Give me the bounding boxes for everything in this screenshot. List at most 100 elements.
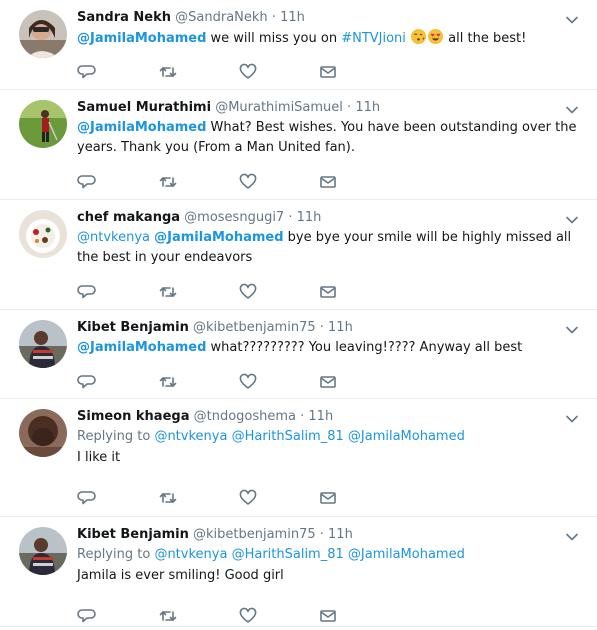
- reply-mention-link[interactable]: @HarithSalim_81: [232, 429, 344, 444]
- user-handle[interactable]: @MurathimiSamuel: [215, 100, 343, 115]
- user-handle[interactable]: @tndogoshema: [194, 409, 296, 424]
- user-handle[interactable]: @mosesngugi7: [184, 210, 284, 225]
- like-button[interactable]: [238, 62, 258, 82]
- hashtag-link[interactable]: #NTVJioni: [341, 31, 406, 46]
- timestamp[interactable]: 11h: [280, 10, 305, 25]
- heart-icon: [238, 607, 258, 630]
- tweet[interactable]: Sandra Nekh @SandraNekh · 11h @JamilaMoha…: [0, 0, 597, 90]
- avatar[interactable]: [19, 320, 67, 368]
- like-button[interactable]: [238, 282, 258, 302]
- user-name[interactable]: Kibet Benjamin: [77, 320, 189, 335]
- reply-mention-link[interactable]: @JamilaMohamed: [348, 429, 465, 444]
- direct-message-button[interactable]: [318, 488, 338, 508]
- timestamp[interactable]: 11h: [308, 409, 333, 424]
- tweet-text: @ntvkenya @JamilaMohamed bye bye your sm…: [77, 228, 579, 268]
- reply-mention-link[interactable]: @HarithSalim_81: [232, 547, 344, 562]
- chevron-down-icon[interactable]: [565, 529, 579, 543]
- retweet-icon: [158, 377, 178, 396]
- tweet[interactable]: Kibet Benjamin @kibetbenjamin75 · 11h @Ja…: [0, 310, 597, 399]
- direct-message-button[interactable]: [318, 372, 338, 392]
- tweet[interactable]: chef makanga @mosesngugi7 · 11h @ntvkenya…: [0, 200, 597, 310]
- reply-mention-link[interactable]: @ntvkenya: [154, 429, 227, 444]
- chevron-down-icon[interactable]: [565, 411, 579, 425]
- tweet-text: @JamilaMohamed What? Best wishes. You ha…: [77, 118, 579, 158]
- chevron-down-icon[interactable]: [565, 212, 579, 226]
- avatar[interactable]: [19, 100, 67, 148]
- separator: ·: [342, 100, 356, 115]
- user-name[interactable]: Sandra Nekh: [77, 10, 171, 25]
- reply-icon: [77, 609, 97, 630]
- tweet-content: Kibet Benjamin @kibetbenjamin75 · 11h Rep…: [77, 526, 579, 586]
- retweet-icon: [158, 177, 178, 196]
- heart-icon: [238, 283, 258, 306]
- envelope-icon: [318, 610, 338, 630]
- timestamp[interactable]: 11h: [328, 527, 353, 542]
- user-handle[interactable]: @kibetbenjamin75: [193, 320, 316, 335]
- like-button[interactable]: [238, 172, 258, 192]
- retweet-button[interactable]: [158, 372, 178, 392]
- direct-message-button[interactable]: [318, 172, 338, 192]
- like-button[interactable]: [238, 372, 258, 392]
- direct-message-button[interactable]: [318, 282, 338, 302]
- avatar[interactable]: [19, 527, 67, 575]
- direct-message-button[interactable]: [318, 62, 338, 82]
- user-name[interactable]: Simeon khaega: [77, 409, 189, 424]
- like-button[interactable]: [238, 488, 258, 508]
- retweet-icon: [158, 287, 178, 306]
- timestamp[interactable]: 11h: [355, 100, 380, 115]
- tweet[interactable]: Kibet Benjamin @kibetbenjamin75 · 11h Rep…: [0, 517, 597, 627]
- tweet-text: I like it: [77, 448, 579, 468]
- separator: ·: [267, 10, 281, 25]
- tweet-text-segment: what????????? You leaving!???? Anyway al…: [206, 340, 523, 355]
- chevron-down-icon[interactable]: [565, 12, 579, 26]
- tweet[interactable]: Simeon khaega @tndogoshema · 11h Replying…: [0, 399, 597, 517]
- like-button[interactable]: [238, 606, 258, 626]
- separator: ·: [284, 210, 297, 225]
- tweet-content: chef makanga @mosesngugi7 · 11h @ntvkenya…: [77, 209, 579, 268]
- reply-mention-link[interactable]: @ntvkenya: [154, 547, 227, 562]
- replying-to: Replying to @ntvkenya @HarithSalim_81 @J…: [77, 545, 579, 565]
- tweet-text-segment: we will miss you on: [206, 31, 342, 46]
- user-handle[interactable]: @kibetbenjamin75: [193, 527, 316, 542]
- direct-message-button[interactable]: [318, 606, 338, 626]
- heart-icon: [238, 489, 258, 512]
- reply-button[interactable]: [77, 282, 97, 302]
- user-handle[interactable]: @SandraNekh: [175, 10, 268, 25]
- user-name[interactable]: Samuel Murathimi: [77, 100, 211, 115]
- reply-button[interactable]: [77, 488, 97, 508]
- retweet-button[interactable]: [158, 606, 178, 626]
- mention-link[interactable]: @JamilaMohamed: [77, 120, 206, 135]
- retweet-button[interactable]: [158, 282, 178, 302]
- reply-mention-link[interactable]: @JamilaMohamed: [348, 547, 465, 562]
- mention-link[interactable]: @JamilaMohamed: [77, 31, 206, 46]
- mention-link[interactable]: @JamilaMohamed: [154, 230, 283, 245]
- reply-button[interactable]: [77, 62, 97, 82]
- reply-icon: [77, 285, 97, 306]
- timestamp[interactable]: 11h: [297, 210, 322, 225]
- avatar[interactable]: [19, 10, 67, 58]
- user-name[interactable]: Kibet Benjamin: [77, 527, 189, 542]
- envelope-icon: [318, 66, 338, 86]
- tweet-header: Kibet Benjamin @kibetbenjamin75 · 11h: [77, 319, 579, 337]
- retweet-button[interactable]: [158, 62, 178, 82]
- tweet-actions: [77, 282, 377, 302]
- retweet-button[interactable]: [158, 172, 178, 192]
- avatar[interactable]: [19, 409, 67, 457]
- tweet-header: Kibet Benjamin @kibetbenjamin75 · 11h: [77, 526, 579, 544]
- user-name[interactable]: chef makanga: [77, 210, 180, 225]
- reply-button[interactable]: [77, 172, 97, 192]
- mention-link[interactable]: @JamilaMohamed: [77, 340, 206, 355]
- separator: ·: [315, 320, 329, 335]
- chevron-down-icon[interactable]: [565, 322, 579, 336]
- tweet-actions: [77, 172, 377, 192]
- reply-button[interactable]: [77, 372, 97, 392]
- retweet-button[interactable]: [158, 488, 178, 508]
- reply-button[interactable]: [77, 606, 97, 626]
- tweet[interactable]: Samuel Murathimi @MurathimiSamuel · 11h @…: [0, 90, 597, 200]
- mention-link[interactable]: @ntvkenya: [77, 230, 150, 245]
- tweet-text: Jamila is ever smiling! Good girl: [77, 566, 579, 586]
- separator: ·: [296, 409, 309, 424]
- avatar[interactable]: [19, 210, 67, 258]
- chevron-down-icon[interactable]: [565, 102, 579, 116]
- timestamp[interactable]: 11h: [328, 320, 353, 335]
